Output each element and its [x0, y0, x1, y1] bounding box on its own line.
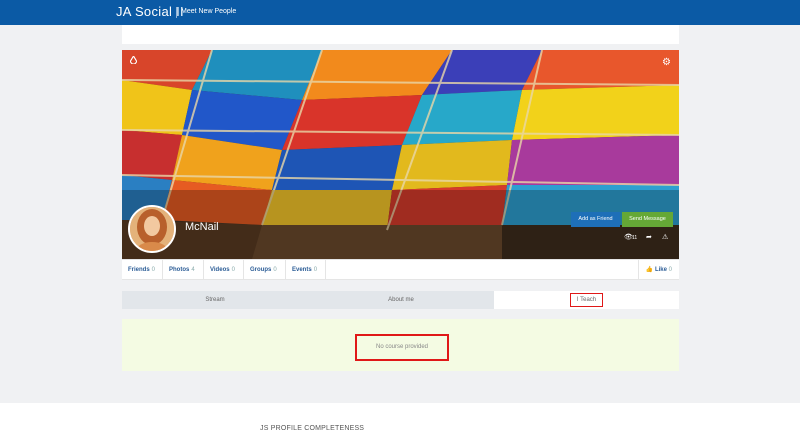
- tab-i-teach-label: I Teach: [569, 293, 604, 307]
- site-brand[interactable]: JA Social II: [116, 4, 184, 19]
- avatar[interactable]: [128, 205, 176, 253]
- stat-count: 4: [191, 267, 195, 273]
- profile-cover: ⚙ McNail Add as Friend Send Message 👁 11…: [122, 50, 679, 259]
- stat-label: Photos: [169, 267, 190, 273]
- like-count: 0: [668, 267, 672, 273]
- stat-label: Events: [292, 267, 312, 273]
- tab-i-teach[interactable]: I Teach: [494, 291, 679, 309]
- profile-completeness-heading: JS PROFILE COMPLETENESS: [260, 425, 365, 432]
- like-label: Like: [654, 267, 667, 273]
- empty-courses-message: No course provided: [355, 334, 449, 361]
- cover-action-icons: 👁 11 ➦ ⚠: [622, 233, 672, 243]
- avatar-photo: [130, 207, 174, 251]
- like-button[interactable]: 👍 Like 0: [637, 260, 679, 280]
- stat-events[interactable]: Events 0: [286, 260, 326, 280]
- stat-count: 0: [231, 267, 235, 273]
- stat-groups[interactable]: Groups 0: [244, 260, 286, 280]
- courses-panel: No course provided: [122, 319, 679, 371]
- stat-photos[interactable]: Photos 4: [163, 260, 204, 280]
- footer-section: JS PROFILE COMPLETENESS: [0, 403, 800, 448]
- stat-videos[interactable]: Videos 0: [204, 260, 244, 280]
- gear-icon[interactable]: ⚙: [662, 58, 671, 68]
- views-count: 11: [632, 235, 638, 241]
- stat-friends[interactable]: Friends 0: [122, 260, 163, 280]
- site-tagline: Meet New People: [181, 8, 237, 15]
- stat-label: Videos: [210, 267, 230, 273]
- stat-count: 0: [151, 267, 156, 273]
- droplet-icon: [130, 56, 137, 64]
- profile-toolbar-strip: [122, 25, 679, 44]
- send-message-button[interactable]: Send Message: [622, 212, 673, 227]
- tab-about-me[interactable]: About me: [308, 291, 494, 309]
- top-navbar: JA Social II Meet New People: [0, 0, 800, 25]
- stat-count: 0: [313, 267, 318, 273]
- tab-stream[interactable]: Stream: [122, 291, 308, 309]
- share-icon[interactable]: ➦: [646, 233, 652, 243]
- profile-name: McNail: [185, 221, 219, 233]
- stat-label: Groups: [250, 267, 272, 273]
- thumbs-up-icon: 👍: [645, 267, 654, 273]
- brand-divider: [176, 7, 177, 18]
- profile-stats-bar: Friends 0 Photos 4 Videos 0 Groups 0 Events 0…: [122, 259, 679, 280]
- report-icon[interactable]: ⚠: [662, 233, 668, 243]
- stat-label: Friends: [128, 267, 150, 273]
- add-friend-button[interactable]: Add as Friend: [571, 212, 620, 227]
- stat-count: 0: [273, 267, 277, 273]
